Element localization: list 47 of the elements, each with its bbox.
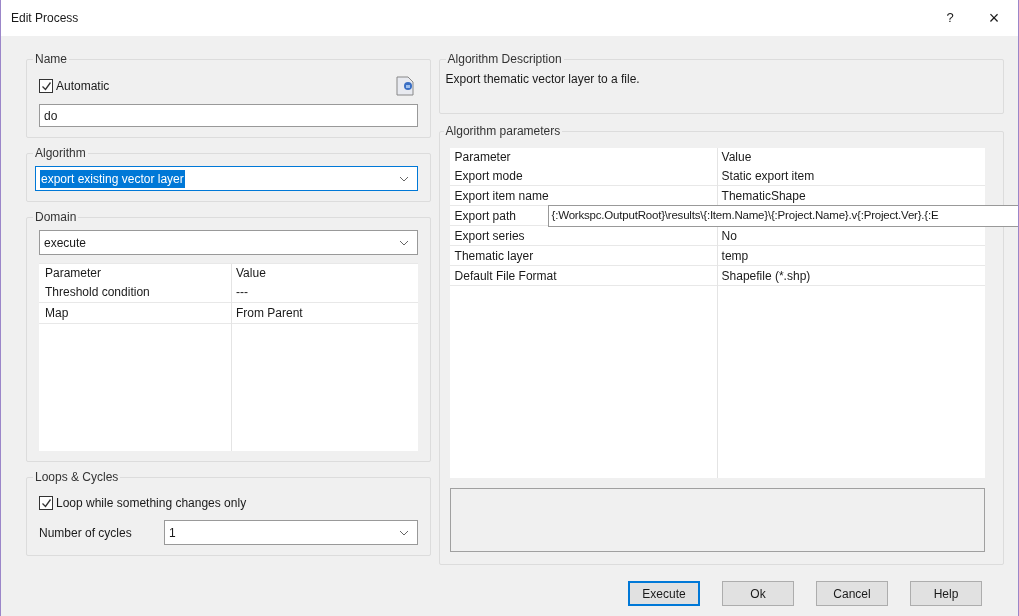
dialog-button[interactable]: Help [910,581,982,606]
table-cell: Export series [449,226,718,246]
table-cell: temp [717,246,985,266]
field-label: Number of cycles [39,524,133,542]
dialog-button[interactable]: Cancel [816,581,888,606]
checkbox[interactable] [39,79,53,93]
table-cell: Threshold condition [39,282,232,303]
dropdown[interactable]: execute [39,230,418,255]
table-cell: Export mode [449,166,718,186]
dialog-button[interactable]: Execute [628,581,700,606]
column-header: Value [235,265,267,282]
checkbox-label: Automatic [56,78,110,95]
group-label: Loops & Cycles [34,469,120,486]
column-header: Parameter [453,149,512,166]
checkbox[interactable] [39,496,53,510]
table-cell: Static export item [717,166,985,186]
group-label: Algorithm Description [446,51,563,68]
dropdown[interactable]: export existing vector layer [35,166,418,191]
dropdown[interactable]: 1 [164,520,418,545]
table-cell: From Parent [232,303,418,324]
table-cell: Default File Format [449,266,718,286]
description-text: Export thematic vector layer to a file. [445,71,641,88]
window-title: Edit Process [11,10,79,27]
dropdown-value: execute [44,234,87,252]
dropdown-value: 1 [169,524,176,542]
table-cell: Thematic layer [449,246,718,266]
dialog-button[interactable]: Ok [722,581,794,606]
name-field[interactable]: do [39,104,418,127]
group-label: Algorithm [34,145,87,162]
group-label: Algorithm parameters [444,123,562,140]
caret-icon [398,529,409,536]
group-label: Name [34,51,68,68]
group-label: Domain [34,209,78,226]
caret-icon [398,239,409,246]
path-field[interactable]: {:Workspc.OutputRoot}\results\{:Item.Name}\{:Project.Name}.v{:Project.Ver}.{:E [547,205,1018,227]
dropdown-value: export existing vector layer [40,169,185,188]
help-button[interactable]: ? [930,3,970,33]
table-cell: --- [232,282,418,303]
column-header: Parameter [44,265,103,282]
column-header: Value [720,149,753,166]
document-icon [395,76,414,96]
checkbox-label: Loop while something changes only [56,495,247,512]
table-cell: Map [39,303,232,324]
close-button[interactable]: × [970,3,1018,33]
table-cell: No [717,226,985,246]
table-cell: Shapefile (*.shp) [717,266,985,286]
caret-icon [398,175,409,182]
